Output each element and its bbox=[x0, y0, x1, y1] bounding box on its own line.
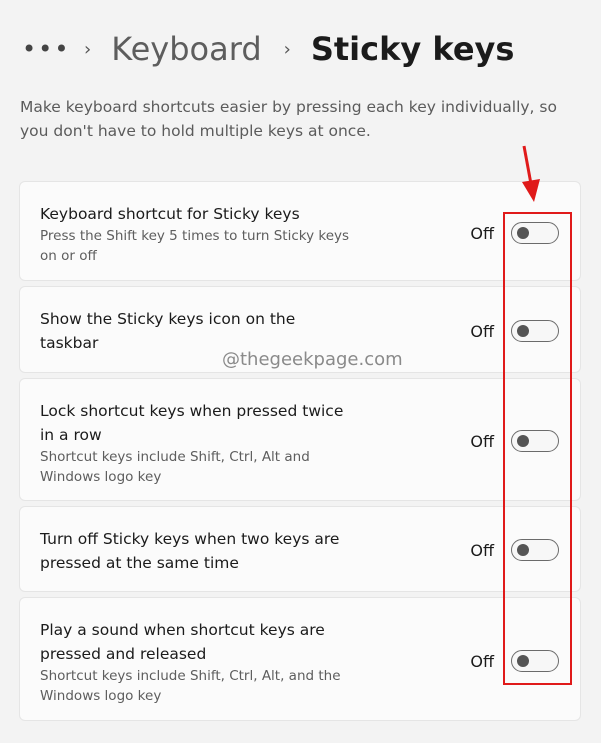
breadcrumb-keyboard[interactable]: Keyboard bbox=[111, 30, 261, 68]
page-description: Make keyboard shortcuts easier by pressi… bbox=[20, 98, 557, 140]
setting-row-play-sound: Play a sound when shortcut keys are pres… bbox=[19, 597, 581, 721]
toggle-state-label: Off bbox=[470, 224, 494, 243]
chevron-right-icon: › bbox=[84, 38, 92, 60]
toggle-state-label: Off bbox=[470, 652, 494, 671]
setting-title: Show the Sticky keys icon on the taskbar bbox=[40, 310, 296, 352]
setting-row-keyboard-shortcut: Keyboard shortcut for Sticky keys Press … bbox=[19, 181, 581, 281]
setting-subtitle: Press the Shift key 5 times to turn Stic… bbox=[40, 228, 350, 264]
toggle-state-label: Off bbox=[470, 541, 494, 560]
setting-row-lock-shortcut: Lock shortcut keys when pressed twice in… bbox=[19, 378, 581, 501]
red-arrow-icon bbox=[522, 145, 540, 202]
breadcrumb: ••• › Keyboard › Sticky keys bbox=[22, 26, 514, 72]
setting-title: Turn off Sticky keys when two keys are p… bbox=[40, 530, 340, 572]
annotation-highlight-box bbox=[503, 212, 572, 685]
page-title: Sticky keys bbox=[310, 30, 515, 68]
setting-row-turn-off-two-keys: Turn off Sticky keys when two keys are p… bbox=[19, 506, 581, 592]
setting-subtitle: Shortcut keys include Shift, Ctrl, Alt a… bbox=[40, 449, 310, 485]
chevron-right-icon: › bbox=[283, 38, 291, 60]
setting-title: Keyboard shortcut for Sticky keys bbox=[40, 205, 300, 223]
setting-subtitle: Shortcut keys include Shift, Ctrl, Alt, … bbox=[40, 668, 341, 704]
more-icon[interactable]: ••• bbox=[22, 35, 68, 63]
setting-title: Play a sound when shortcut keys are pres… bbox=[40, 621, 325, 663]
setting-title: Lock shortcut keys when pressed twice in… bbox=[40, 402, 344, 444]
toggle-state-label: Off bbox=[470, 322, 494, 341]
toggle-state-label: Off bbox=[470, 432, 494, 451]
watermark: @thegeekpage.com bbox=[222, 349, 403, 370]
